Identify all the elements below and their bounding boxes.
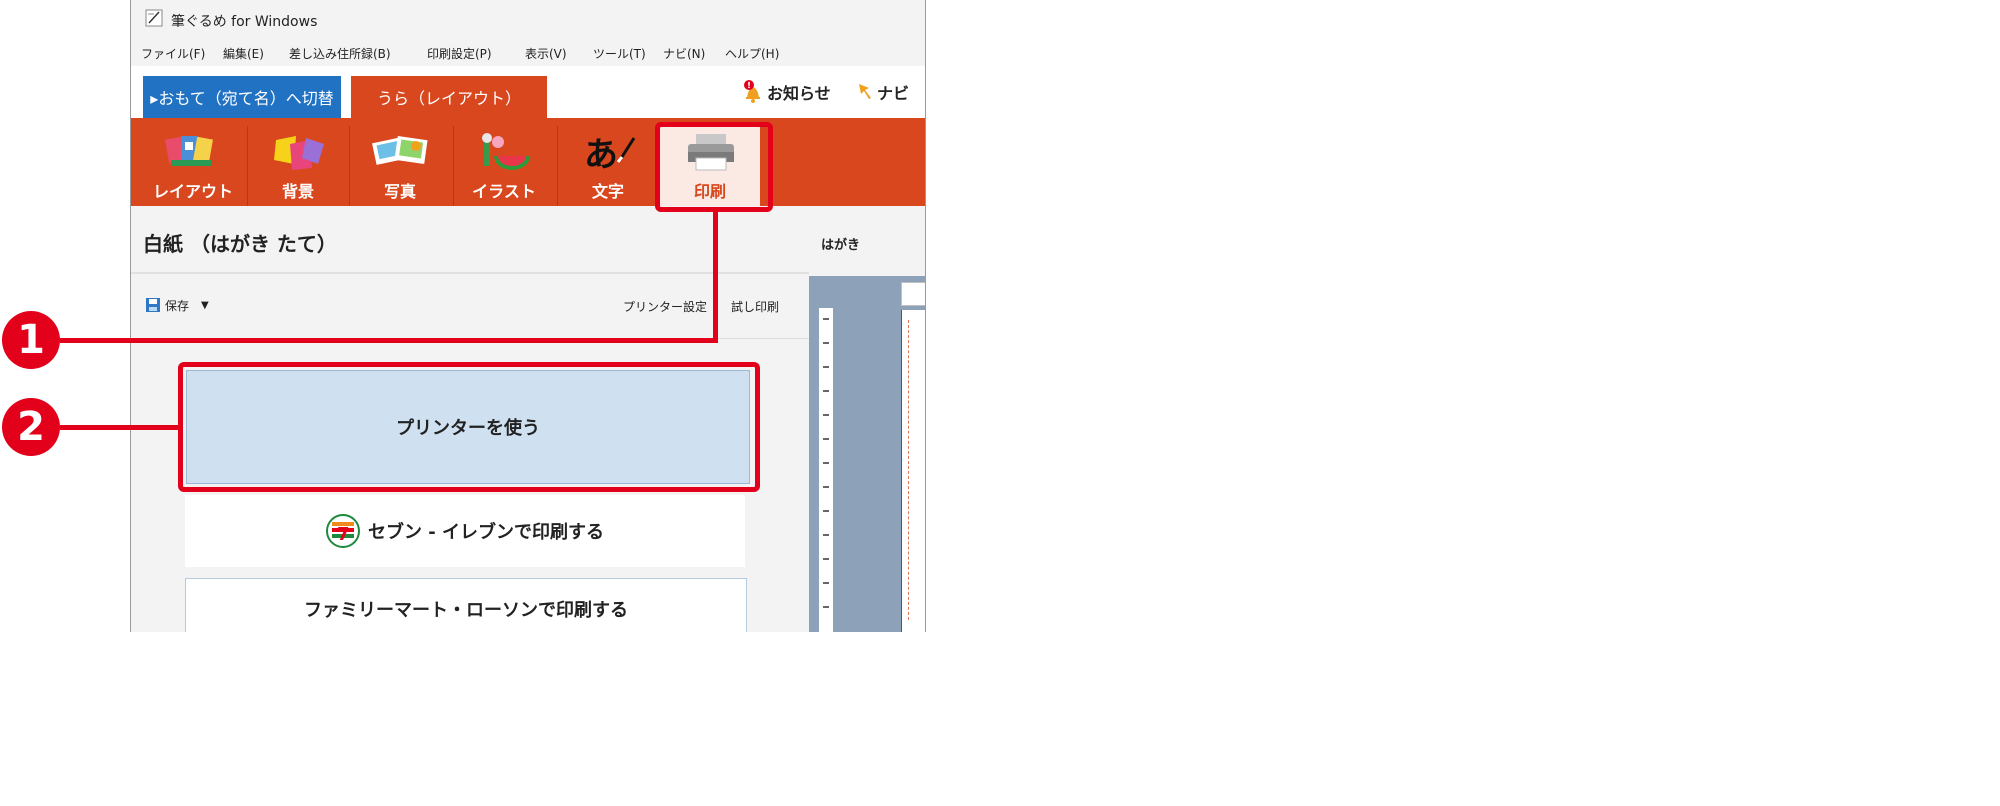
ruler-tick: [823, 318, 829, 320]
ruler-tick: [823, 366, 829, 368]
familymart-lawson-print-button[interactable]: ファミリーマート・ローソンで印刷する: [185, 578, 747, 632]
menu-edit[interactable]: 編集(E): [223, 45, 264, 62]
toolbar-illustration-button[interactable]: イラスト: [453, 126, 554, 206]
callout-line-1-vertical: [713, 212, 718, 342]
printer-settings-link[interactable]: プリンター設定: [623, 298, 707, 315]
menu-merge-addressbook[interactable]: 差し込み住所録(B): [289, 45, 391, 62]
preview-title: はがき: [821, 238, 861, 253]
text-icon: あ: [584, 135, 636, 175]
postcard-preview: [901, 310, 925, 632]
menu-print-settings[interactable]: 印刷設定(P): [427, 45, 492, 62]
callout-box-print: [655, 122, 773, 212]
horizontal-scrollbar[interactable]: [901, 282, 925, 306]
toolbar-layout-button[interactable]: レイアウト: [143, 126, 243, 206]
toolbar-layout-label: レイアウト: [152, 182, 233, 201]
ruler-tick: [823, 486, 829, 488]
callout-marker-2: 2: [2, 398, 60, 456]
seven-eleven-logo-icon: 7: [325, 514, 360, 548]
tab-row: ▸おもて（宛て名）へ切替 うら（レイアウト） お知らせ ナビ: [131, 66, 925, 118]
menu-file[interactable]: ファイル(F): [141, 45, 205, 62]
app-icon: [145, 9, 163, 27]
background-icon: [274, 136, 324, 170]
toolbar-photo-button[interactable]: 写真: [349, 126, 450, 206]
dropdown-arrow-icon[interactable]: ▼: [201, 300, 209, 311]
menu-tools[interactable]: ツール(T): [593, 45, 646, 62]
ruler-tick: [823, 438, 829, 440]
callout-box-use-printer: [178, 362, 760, 492]
app-window: 筆ぐるめ for Windows ファイル(F) 編集(E) 差し込み住所録(B…: [130, 0, 926, 632]
toolbar-text-label: 文字: [591, 182, 624, 201]
notice-link[interactable]: お知らせ: [741, 80, 831, 104]
photo-icon: [372, 136, 428, 165]
save-disk-icon: [146, 298, 160, 312]
callout-line-1-horizontal: [60, 338, 718, 343]
vertical-ruler: [819, 308, 833, 632]
divider: [131, 272, 809, 274]
cursor-arrow-icon: [859, 84, 871, 99]
save-label: 保存: [165, 298, 190, 313]
navi-link[interactable]: ナビ: [857, 80, 909, 104]
menu-help[interactable]: ヘルプ(H): [725, 45, 779, 62]
document-title: 白紙 （はがき たて）: [143, 232, 337, 256]
callout-line-2: [60, 425, 180, 430]
test-print-link[interactable]: 試し印刷: [731, 298, 779, 315]
ruler-tick: [823, 534, 829, 536]
preview-pane: はがき: [809, 206, 925, 632]
ruler-tick: [823, 606, 829, 608]
callout-marker-1: 1: [2, 311, 60, 369]
save-button[interactable]: 保存 ▼: [145, 294, 209, 316]
toolbar-photo-label: 写真: [383, 182, 416, 201]
illustration-icon: [482, 133, 530, 170]
back-layout-tab[interactable]: うら（レイアウト）: [351, 76, 547, 118]
toolbar-background-button[interactable]: 背景: [247, 126, 348, 206]
notice-label: お知らせ: [767, 84, 831, 103]
ruler-tick: [823, 342, 829, 344]
toolbar-background-label: 背景: [281, 182, 314, 201]
ruler-tick: [823, 414, 829, 416]
navi-label: ナビ: [877, 84, 910, 103]
menu-navi[interactable]: ナビ(N): [663, 45, 705, 62]
title-bar: 筆ぐるめ for Windows: [131, 0, 925, 38]
seven-eleven-print-button[interactable]: 7 セブン - イレブンで印刷する: [185, 495, 745, 567]
ruler-tick: [823, 462, 829, 464]
window-title: 筆ぐるめ for Windows: [171, 14, 318, 30]
switch-to-front-tab[interactable]: ▸おもて（宛て名）へ切替: [143, 76, 341, 118]
seven-eleven-label: セブン - イレブンで印刷する: [367, 522, 604, 543]
layout-icon: [165, 136, 213, 166]
toolbar-text-button[interactable]: あ 文字: [557, 126, 658, 206]
main-toolbar: レイアウト 背景 写真 イラスト あ 文字 印刷: [131, 118, 925, 206]
notification-bell-icon: [744, 80, 760, 103]
ruler-tick: [823, 510, 829, 512]
menu-bar: ファイル(F) 編集(E) 差し込み住所録(B) 印刷設定(P) 表示(V) ツ…: [131, 40, 925, 66]
ruler-tick: [823, 558, 829, 560]
toolbar-illustration-label: イラスト: [472, 182, 536, 201]
menu-view[interactable]: 表示(V): [525, 45, 567, 62]
svg-text:あ: あ: [584, 135, 618, 175]
ruler-tick: [823, 582, 829, 584]
svg-text:7: 7: [337, 524, 350, 545]
ruler-tick: [823, 390, 829, 392]
print-margin-guide: [908, 320, 909, 620]
